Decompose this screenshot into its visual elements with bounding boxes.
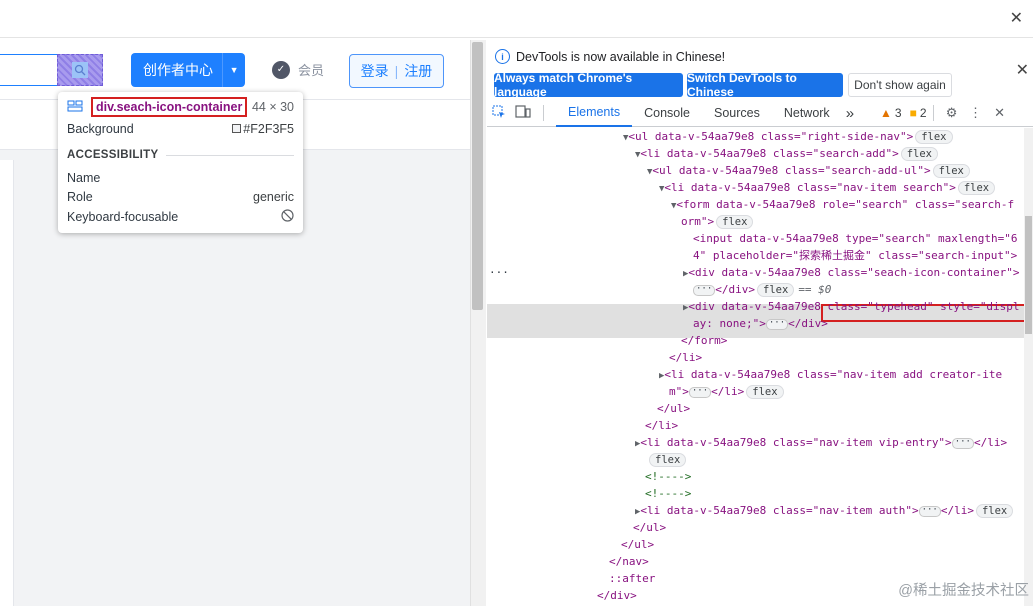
dom-tree-scrollbar-thumb[interactable] (1025, 216, 1032, 334)
vip-entry[interactable]: ✓ 会员 (272, 60, 324, 79)
dom-line[interactable]: ▶<li data-v-54aa79e8 class="nav-item vip… (635, 434, 1007, 451)
close-devtools-icon[interactable]: ✕ (988, 105, 1012, 121)
dom-line[interactable]: ▼<ul data-v-54aa79e8 class="right-side-n… (623, 128, 953, 145)
dom-line[interactable]: ▶<div data-v-54aa79e8 class="typehead" s… (683, 298, 1020, 315)
dom-line[interactable]: ▶<li data-v-54aa79e8 class="nav-item add… (659, 366, 1002, 383)
dom-line[interactable]: ▼<li data-v-54aa79e8 class="nav-item sea… (659, 179, 996, 196)
dom-line: 4" placeholder="探索稀土掘金" class="search-in… (693, 249, 1018, 262)
tooltip-selector: div.seach-icon-container (91, 97, 248, 117)
not-allowed-icon (281, 209, 294, 225)
background-value-wrap: #F2F3F5 (232, 122, 294, 136)
color-swatch-icon (232, 124, 242, 133)
background-value: #F2F3F5 (243, 122, 294, 136)
dom-line[interactable]: ▼<ul data-v-54aa79e8 class="search-add-u… (647, 162, 970, 179)
close-icon[interactable]: ✕ (1010, 8, 1023, 28)
site-header: 创作者中心 ▼ ✓ 会员 登录 | 注册 (0, 40, 470, 100)
chevron-down-icon[interactable]: ▼ (223, 65, 245, 75)
dom-line[interactable]: </ul> (657, 400, 690, 417)
watermark: @稀土掘金技术社区 (898, 583, 1029, 599)
element-grid-icon (67, 100, 83, 115)
dom-line[interactable]: </ul> (621, 536, 654, 553)
inspect-tooltip: div.seach-icon-container 44 × 30 Backgro… (58, 92, 303, 233)
devtools-toolbar: Elements Console Sources Network » ▲ 3 ■ 2… (487, 100, 1033, 127)
inspect-element-icon[interactable] (487, 105, 511, 122)
more-tabs-icon[interactable]: » (842, 100, 858, 127)
infobar-message: i DevTools is now available in Chinese! (495, 49, 725, 64)
dom-line[interactable]: ▶<li data-v-54aa79e8 class="nav-item aut… (635, 502, 1014, 519)
dom-line: ay: none;"> ··· </div> (693, 317, 828, 330)
settings-gear-icon[interactable]: ⚙ (940, 105, 964, 121)
browser-top-strip: ✕ (0, 0, 1033, 38)
role-value: generic (253, 190, 294, 204)
warnings-badge[interactable]: ▲ 3 (880, 106, 902, 120)
login-divider: | (394, 63, 399, 79)
dom-row-ellipsis[interactable]: ··· (489, 264, 509, 281)
elements-dom-tree: ▼<ul data-v-54aa79e8 class="right-side-n… (487, 128, 1033, 606)
dom-comment[interactable]: <!----> (645, 468, 691, 485)
device-toolbar-icon[interactable] (511, 105, 535, 121)
search-icon-container[interactable] (57, 54, 103, 86)
warning-icon: ▲ (880, 106, 892, 120)
dom-line[interactable]: </nav> (609, 553, 649, 570)
background-label: Background (67, 122, 134, 136)
login-register-button[interactable]: 登录 | 注册 (349, 54, 444, 88)
login-label: 登录 (360, 63, 389, 79)
dom-line[interactable]: </li> (669, 349, 702, 366)
dom-line-selected[interactable]: ▶<div data-v-54aa79e8 class="seach-icon-… (683, 264, 1020, 281)
dom-line: m"> ··· </li> flex (669, 383, 784, 400)
more-options-icon[interactable]: ⋮ (964, 105, 988, 121)
dom-line[interactable]: </ul> (633, 519, 666, 536)
vip-shield-icon: ✓ (272, 60, 290, 79)
match-language-button[interactable]: Always match Chrome's language (494, 71, 683, 99)
name-label: Name (67, 171, 101, 185)
devtools-panel: i DevTools is now available in Chinese! … (487, 40, 1033, 606)
role-label: Role (67, 190, 93, 204)
register-label: 注册 (404, 63, 433, 79)
tab-console[interactable]: Console (632, 100, 702, 127)
warnings-count: 3 (894, 106, 902, 120)
dom-line[interactable]: <input data-v-54aa79e8 type="search" max… (693, 230, 1018, 247)
messages-count: 2 (919, 106, 927, 120)
tab-sources[interactable]: Sources (702, 100, 772, 127)
tooltip-size: 44 × 30 (251, 100, 294, 114)
dom-pseudo[interactable]: ::after (609, 570, 655, 587)
dom-line[interactable]: ▼<li data-v-54aa79e8 class="search-add">… (635, 145, 938, 162)
tab-elements[interactable]: Elements (556, 100, 633, 127)
toolbar-separator (543, 105, 544, 121)
dom-comment[interactable]: <!----> (645, 485, 691, 502)
infobar-text: DevTools is now available in Chinese! (516, 49, 726, 64)
dom-line[interactable]: ▼<form data-v-54aa79e8 role="search" cla… (671, 196, 1014, 213)
dom-tree-scrollbar[interactable] (1024, 128, 1033, 606)
language-infobar: i DevTools is now available in Chinese! … (487, 40, 1033, 100)
creator-center-button[interactable]: 创作者中心 ▼ (131, 53, 245, 87)
heading-rule (166, 154, 294, 156)
tab-network[interactable]: Network (772, 100, 842, 127)
messages-badge[interactable]: ■ 2 (910, 106, 927, 120)
focusable-label: Keyboard-focusable (67, 210, 179, 224)
creator-center-label: 创作者中心 (143, 62, 213, 78)
dont-show-again-button[interactable]: Don't show again (848, 73, 952, 97)
switch-to-chinese-button[interactable]: Switch DevTools to Chinese (687, 71, 843, 99)
content-card (0, 160, 14, 606)
search-icon (72, 62, 88, 78)
page-scrollbar-thumb[interactable] (472, 42, 483, 310)
dom-line: flex (647, 451, 687, 468)
infobar-close-icon[interactable]: ✕ (1016, 60, 1029, 80)
dom-line[interactable]: </form> (681, 332, 727, 349)
vip-label: 会员 (298, 63, 325, 78)
dom-line[interactable]: </div> (597, 587, 637, 604)
dom-line: orm"> flex (681, 213, 754, 230)
info-icon: i (495, 49, 510, 64)
dom-line[interactable]: </li> (645, 417, 678, 434)
dom-line: ··· </div> flex == $0 (693, 281, 831, 298)
toolbar-separator-2 (932, 105, 934, 121)
message-icon: ■ (909, 106, 917, 120)
accessibility-heading: ACCESSIBILITY (67, 149, 159, 161)
